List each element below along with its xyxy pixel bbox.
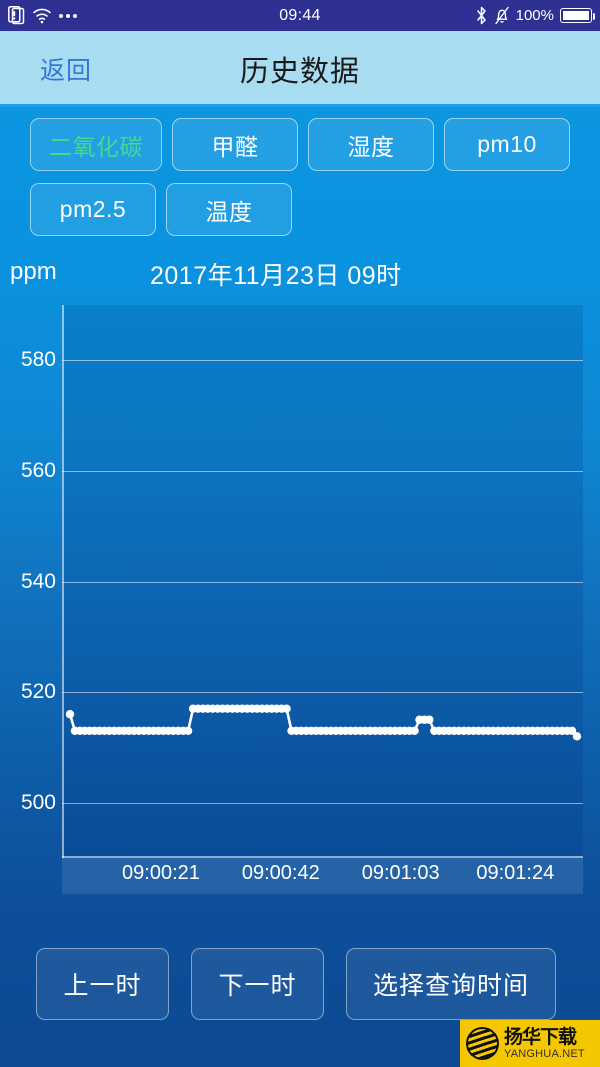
status-bar: 09:44 100% xyxy=(0,0,600,31)
data-point-marker xyxy=(183,726,193,736)
tab-co2[interactable]: 二氧化碳 xyxy=(30,118,162,171)
watermark: 扬华下载 YANGHUA.NET xyxy=(460,1020,600,1067)
tab-pm25[interactable]: pm2.5 xyxy=(30,183,156,236)
history-chart[interactable]: 500 520 540 560 580 09:00:21 09:00:42 09:01:03… xyxy=(0,300,600,900)
data-point-marker xyxy=(282,704,291,713)
data-point-marker xyxy=(572,732,582,741)
back-button[interactable]: 返回 xyxy=(40,51,92,87)
tab-humidity[interactable]: 湿度 xyxy=(308,118,434,171)
tab-temperature[interactable]: 温度 xyxy=(166,183,292,236)
status-bar-right-icons: 100% xyxy=(475,0,595,31)
navbar-divider xyxy=(0,104,600,107)
sensor-tab-list: 二氧化碳 甲醛 湿度 pm10 pm2.5 温度 xyxy=(0,118,600,236)
footer-button-bar: 上一时 下一时 选择查询时间 xyxy=(0,948,600,1020)
watermark-text: 扬华下载 YANGHUA.NET xyxy=(504,1028,585,1060)
data-point-marker xyxy=(425,715,434,724)
bell-muted-icon xyxy=(494,6,509,25)
chart-title: 2017年11月23日 09时 xyxy=(150,262,402,290)
battery-icon xyxy=(560,8,595,23)
bluetooth-icon xyxy=(476,6,486,25)
tab-pm10[interactable]: pm10 xyxy=(444,118,570,171)
prev-hour-button[interactable]: 上一时 xyxy=(36,948,169,1020)
data-point-marker xyxy=(65,710,75,719)
watermark-cn-label: 扬华下载 xyxy=(504,1026,577,1048)
watermark-en-label: YANGHUA.NET xyxy=(504,1047,585,1060)
next-hour-button[interactable]: 下一时 xyxy=(191,948,324,1020)
chart-series-line xyxy=(65,704,582,741)
battery-percent-label: 100% xyxy=(515,7,554,24)
tab-formaldehyde[interactable]: 甲醛 xyxy=(172,118,298,171)
chart-unit-label: ppm xyxy=(10,258,57,285)
navigation-bar: 返回 历史数据 xyxy=(0,31,600,106)
data-point-marker xyxy=(410,726,419,736)
pick-time-button[interactable]: 选择查询时间 xyxy=(346,948,556,1020)
globe-icon xyxy=(466,1027,499,1060)
chart-header: ppm 2017年11月23日 09时 xyxy=(0,258,600,300)
